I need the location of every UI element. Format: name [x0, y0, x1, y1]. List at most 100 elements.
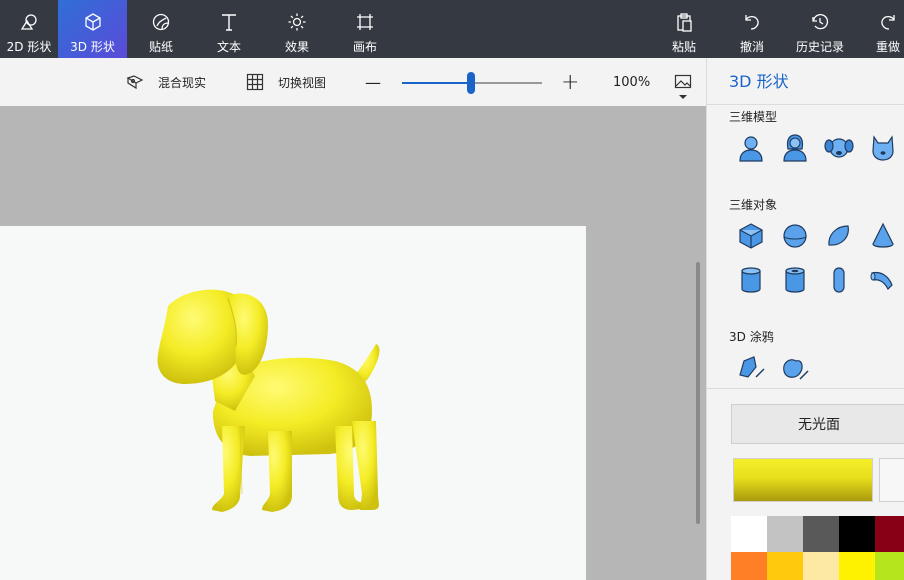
- paste-button[interactable]: 粘贴: [660, 0, 708, 58]
- sticker-icon: [151, 12, 171, 32]
- doodle-soft-button[interactable]: [779, 352, 811, 384]
- object-cone-button[interactable]: [867, 220, 899, 252]
- zoom-level: 100%: [613, 58, 650, 106]
- canvas-icon: [355, 12, 375, 32]
- mixed-reality-button[interactable]: 混合现实: [126, 58, 206, 106]
- tool-label: 历史记录: [796, 38, 844, 55]
- tool-label: 效果: [285, 38, 309, 55]
- 3d-shapes-icon: [83, 12, 103, 32]
- mixed-reality-label: 混合现实: [158, 74, 206, 91]
- plus-icon: +: [561, 70, 579, 95]
- current-color-swatch[interactable]: [733, 458, 873, 502]
- model-man-button[interactable]: [735, 132, 767, 164]
- palette-swatch[interactable]: [803, 552, 839, 580]
- text-icon: [219, 12, 239, 32]
- tool-text[interactable]: 文本: [195, 0, 263, 58]
- palette-swatch[interactable]: [731, 552, 767, 580]
- object-hemisphere-button[interactable]: [823, 220, 855, 252]
- zoom-out-button[interactable]: —: [365, 58, 381, 106]
- undo-button[interactable]: 撤消: [728, 0, 776, 58]
- object-cylinder-button[interactable]: [735, 264, 767, 296]
- tool-2d-shapes[interactable]: 2D 形状: [0, 0, 58, 58]
- redo-button[interactable]: 重做: [866, 0, 904, 58]
- tool-canvas[interactable]: 画布: [331, 0, 399, 58]
- model-dog-button[interactable]: [823, 132, 855, 164]
- capsule-icon: [824, 265, 854, 295]
- object-sphere-button[interactable]: [779, 220, 811, 252]
- panel-divider: [707, 388, 904, 389]
- dog-model-icon: [824, 133, 854, 163]
- tool-label: 撤消: [740, 38, 764, 55]
- tool-3d-shapes[interactable]: 3D 形状: [58, 0, 127, 58]
- zoom-slider-thumb[interactable]: [467, 72, 475, 94]
- effects-icon: [287, 12, 307, 32]
- tool-label: 画布: [353, 38, 377, 55]
- vertical-scrollbar[interactable]: [696, 262, 700, 524]
- palette-swatch[interactable]: [875, 552, 904, 580]
- yellow-3d-dog[interactable]: [0, 226, 586, 580]
- 2d-shapes-icon: [19, 12, 39, 32]
- grid-view-icon: [246, 73, 264, 91]
- palette-swatch[interactable]: [803, 516, 839, 552]
- matte-finish-dropdown[interactable]: 无光面: [731, 404, 904, 444]
- mixed-reality-icon: [126, 73, 144, 91]
- object-tube-button[interactable]: [779, 264, 811, 296]
- models-section-label: 三维模型: [729, 108, 777, 125]
- image-icon: [674, 73, 692, 91]
- doodle-sharp-button[interactable]: [735, 352, 767, 384]
- redo-icon: [878, 12, 898, 32]
- cylinder-icon: [736, 265, 766, 295]
- model-cat-button[interactable]: [867, 132, 899, 164]
- minus-icon: —: [365, 73, 381, 92]
- history-icon: [810, 12, 830, 32]
- cat-model-icon: [868, 133, 898, 163]
- secondary-color-swatch[interactable]: [879, 458, 904, 502]
- tool-label: 2D 形状: [7, 38, 52, 55]
- switch-view-button[interactable]: 切换视图: [246, 58, 326, 106]
- side-panel: 3D 形状 三维模型 三维对象: [706, 58, 904, 580]
- object-pipe-bend-button[interactable]: [867, 264, 899, 296]
- matte-finish-label: 无光面: [798, 414, 840, 434]
- objects-section-label: 三维对象: [729, 196, 777, 213]
- man-model-icon: [736, 133, 766, 163]
- zoom-slider-fill: [402, 82, 472, 84]
- tube-icon: [780, 265, 810, 295]
- tool-label: 3D 形状: [70, 38, 115, 55]
- tool-stickers[interactable]: 贴纸: [127, 0, 195, 58]
- cone-icon: [868, 221, 898, 251]
- cube-icon: [736, 221, 766, 251]
- switch-view-label: 切换视图: [278, 74, 326, 91]
- history-button[interactable]: 历史记录: [790, 0, 850, 58]
- soft-doodle-icon: [780, 353, 810, 383]
- zoom-value: 100%: [613, 75, 650, 90]
- sphere-icon: [780, 221, 810, 251]
- palette-swatch[interactable]: [875, 516, 904, 552]
- top-toolbar: 2D 形状 3D 形状 贴纸 文本 效果 画布: [0, 0, 904, 58]
- tool-label: 文本: [217, 38, 241, 55]
- doodle-section-label: 3D 涂鸦: [729, 328, 774, 345]
- drawing-canvas[interactable]: [0, 226, 586, 580]
- object-capsule-button[interactable]: [823, 264, 855, 296]
- panel-divider: [707, 104, 904, 105]
- tool-label: 粘贴: [672, 38, 696, 55]
- pipe-bend-icon: [868, 265, 898, 295]
- panel-title: 3D 形状: [729, 68, 789, 92]
- palette-swatch[interactable]: [767, 516, 803, 552]
- palette-swatch[interactable]: [731, 516, 767, 552]
- palette-swatch[interactable]: [839, 552, 875, 580]
- paste-icon: [674, 12, 694, 32]
- object-cube-button[interactable]: [735, 220, 767, 252]
- zoom-in-button[interactable]: +: [561, 58, 579, 106]
- view-toolbar: [0, 58, 720, 106]
- chevron-down-icon: [679, 95, 687, 99]
- model-woman-button[interactable]: [779, 132, 811, 164]
- tool-label: 重做: [876, 38, 900, 55]
- tool-label: 贴纸: [149, 38, 173, 55]
- sharp-doodle-icon: [736, 353, 766, 383]
- undo-icon: [742, 12, 762, 32]
- palette-swatch[interactable]: [767, 552, 803, 580]
- woman-model-icon: [780, 133, 810, 163]
- palette-swatch[interactable]: [839, 516, 875, 552]
- tool-effects[interactable]: 效果: [263, 0, 331, 58]
- hemisphere-icon: [824, 221, 854, 251]
